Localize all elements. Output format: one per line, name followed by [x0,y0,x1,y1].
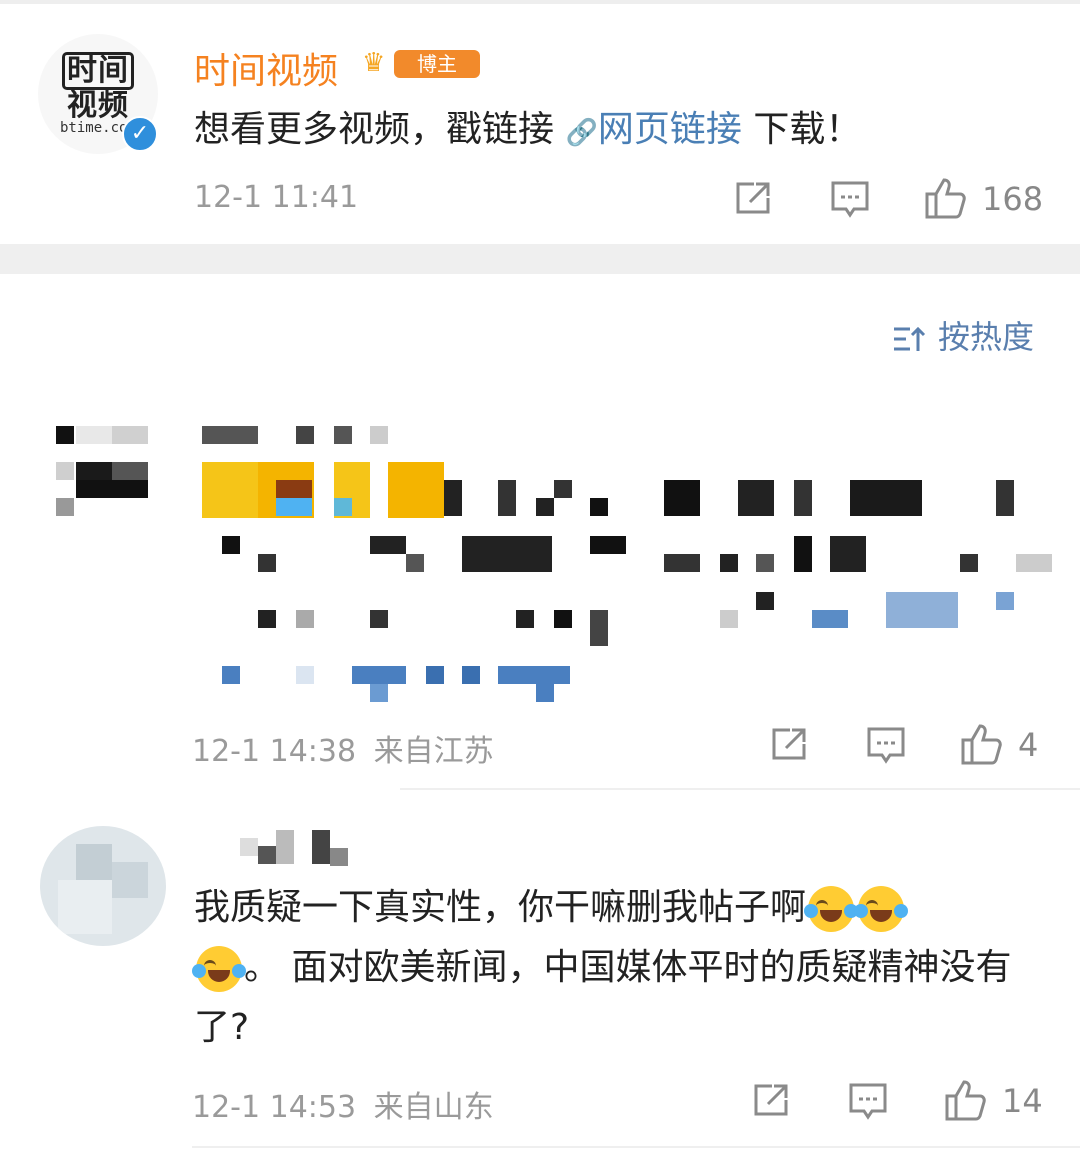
share-icon [736,182,770,214]
comment2-like-button[interactable] [944,1078,988,1122]
comment1-share-button[interactable] [770,726,810,762]
comment2-text-part1: 我质疑一下真实性，你干嘛删我帖子啊 [194,887,807,928]
comment-button[interactable] [830,180,870,220]
logo-site: btime.co [60,120,128,136]
post-username[interactable]: 时间视频 [194,42,338,94]
logo-line1: 时间 [62,52,134,90]
logo-line2: 视频 [67,88,129,123]
post-like-count: 168 [982,180,1044,218]
link-icon: 🔗 [565,118,598,148]
post-timestamp: 12-1 11:41 [194,180,359,215]
comment2-meta: 12-1 14:53 来自山东 [192,1082,494,1126]
thumbs-up-icon [961,724,1002,765]
post-text-before-link: 想看更多视频，戳链接 [194,109,555,150]
comment2-reply-button[interactable] [848,1082,888,1122]
avatar-logo: 时间 视频 [58,52,138,122]
share-button[interactable] [734,180,774,216]
comment1-timestamp: 12-1 14:38 [192,734,357,769]
comment2-timestamp: 12-1 14:53 [192,1090,357,1125]
thumbs-up-icon [945,1080,986,1121]
comment-icon [831,181,869,218]
section-separator [0,244,1080,274]
like-button[interactable] [924,176,968,220]
comment2-avatar-pixelated[interactable] [40,826,166,946]
comment2-location: 来自山东 [373,1090,494,1125]
share-icon [772,728,806,760]
comment1-like-button[interactable] [960,722,1004,766]
laugh-cry-emoji [804,886,859,932]
verified-icon: ✓ [122,116,158,152]
comment1-reply-button[interactable] [866,726,906,766]
comment2-like-count: 14 [1002,1082,1043,1120]
thumbs-up-icon [925,178,966,219]
comment-icon [867,727,905,764]
comment1-avatar-pixelated[interactable] [40,400,170,530]
sort-label: 按热度 [938,318,1035,356]
web-link-label: 网页链接 [597,109,742,150]
sort-by-hot-button[interactable]: 按热度 [892,312,1034,358]
laugh-cry-emoji [192,946,246,992]
sort-icon [894,326,926,351]
comment-divider [400,788,1080,790]
share-icon [754,1084,788,1116]
comment2-share-button[interactable] [752,1082,792,1118]
top-divider [0,0,1080,4]
comment2-username-pixelated[interactable] [240,830,360,870]
comment2-text-part2: 。 面对欧美新闻，中国媒体平时的质疑精神没有了? [194,947,1012,1048]
comment1-meta: 12-1 14:38 来自江苏 [192,726,494,770]
laugh-cry-emoji [854,886,909,932]
post-text-after-link: 下载！ [753,109,862,150]
post-avatar[interactable]: 时间 视频 btime.co ✓ [38,34,158,154]
badge-label: 博主 [394,50,480,78]
comment1-location: 来自江苏 [373,734,494,769]
comment-icon [849,1083,887,1120]
crown-icon: ♛ [362,48,386,78]
post-text: 想看更多视频，戳链接 🔗网页链接 下载！ [194,100,861,152]
comment2-text: 我质疑一下真实性，你干嘛删我帖子啊。 面对欧美新闻，中国媒体平时的质疑精神没有了… [192,878,1044,1058]
comment1-content-pixelated [200,420,1060,710]
comment1-like-count: 4 [1018,726,1039,764]
bottom-divider [192,1146,1080,1148]
web-link[interactable]: 🔗网页链接 [565,109,741,150]
